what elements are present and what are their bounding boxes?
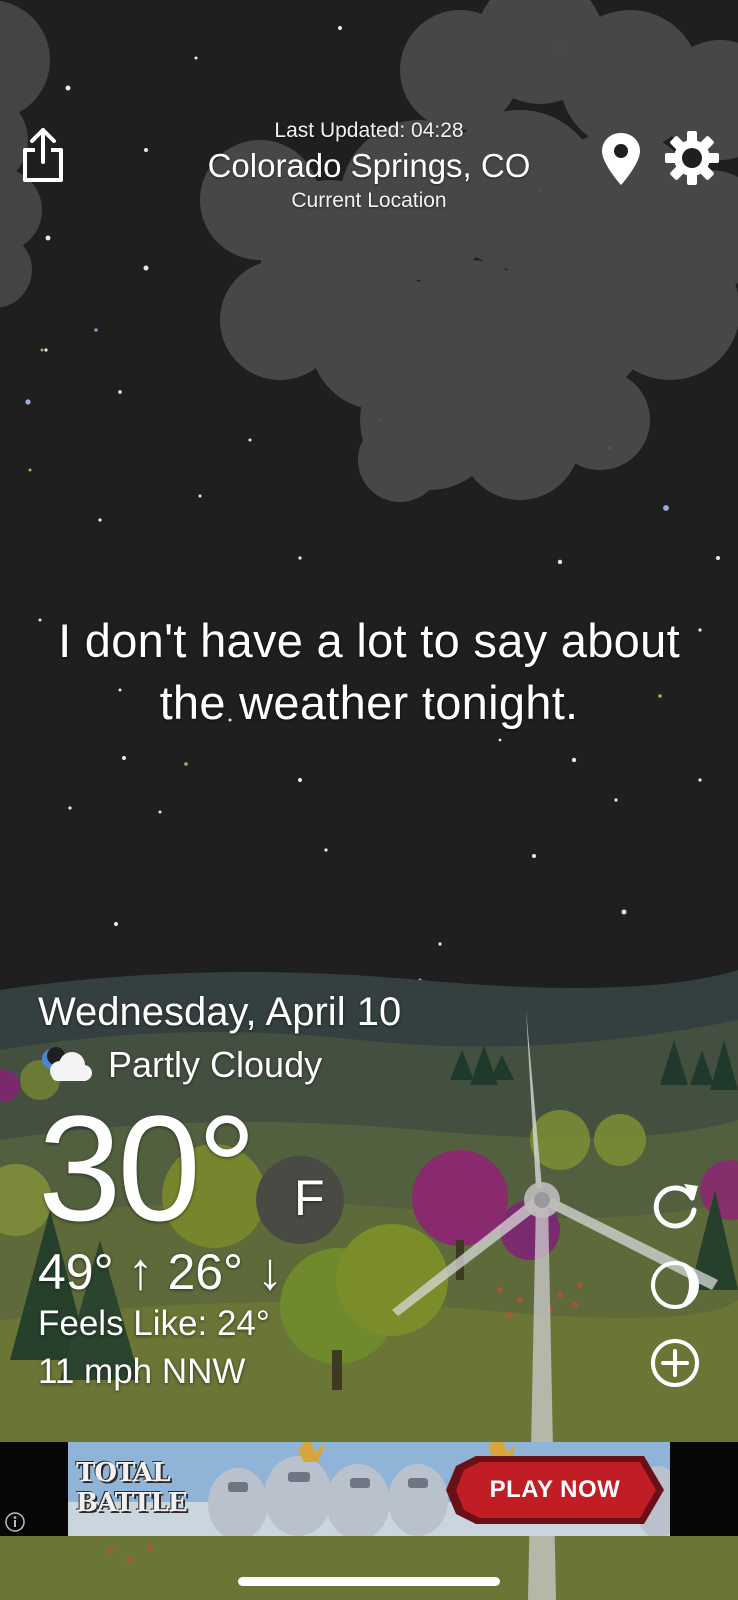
current-location-label: Current Location <box>291 189 447 212</box>
home-indicator[interactable] <box>238 1577 500 1586</box>
arrow-down-icon: ↓ <box>256 1243 283 1301</box>
gear-icon <box>665 131 719 185</box>
high-low-row: 49° ↑ 26° ↓ <box>38 1244 538 1300</box>
share-button[interactable] <box>18 126 68 186</box>
weather-message: I don't have a lot to say about the weat… <box>58 614 680 729</box>
condition-text: Partly Cloudy <box>108 1044 323 1085</box>
ad-play-now-button[interactable]: PLAY NOW <box>460 1468 650 1512</box>
arrow-up-icon: ↑ <box>127 1243 154 1301</box>
temperature-row: 30° F <box>38 1088 538 1248</box>
share-icon <box>23 128 63 182</box>
condition-row: Partly Cloudy <box>38 1044 538 1086</box>
add-location-button[interactable] <box>648 1336 702 1390</box>
info-icon[interactable] <box>4 1511 26 1533</box>
moon-phase-button[interactable] <box>648 1258 702 1312</box>
current-conditions: Wednesday, April 10 Partly Cloudy 30° F … <box>38 988 538 1394</box>
feels-like-text: Feels Like: 24° <box>38 1304 270 1343</box>
wind-text: 11 mph NNW <box>38 1352 246 1391</box>
location-button[interactable] <box>598 130 644 188</box>
moon-phase-icon <box>651 1261 699 1309</box>
location-pin-icon <box>602 133 640 185</box>
ad-title: TOTAL BATTLE <box>76 1458 188 1518</box>
high-temperature: 49° <box>38 1244 114 1300</box>
refresh-button[interactable] <box>648 1178 702 1232</box>
settings-button[interactable] <box>664 130 720 186</box>
temperature-unit[interactable]: F <box>294 1170 325 1226</box>
ad-banner[interactable]: TOTAL BATTLE PLAY NOW <box>68 1442 670 1536</box>
refresh-icon <box>653 1184 698 1229</box>
weather-screen: Last Updated: 04:28 Colorado Springs, CO… <box>0 0 738 1600</box>
current-temperature: 30° <box>38 1084 257 1252</box>
date-text: Wednesday, April 10 <box>38 990 402 1034</box>
add-location-icon <box>651 1339 699 1387</box>
low-temperature: 26° <box>167 1244 244 1300</box>
partly-cloudy-night-icon <box>42 1047 92 1081</box>
